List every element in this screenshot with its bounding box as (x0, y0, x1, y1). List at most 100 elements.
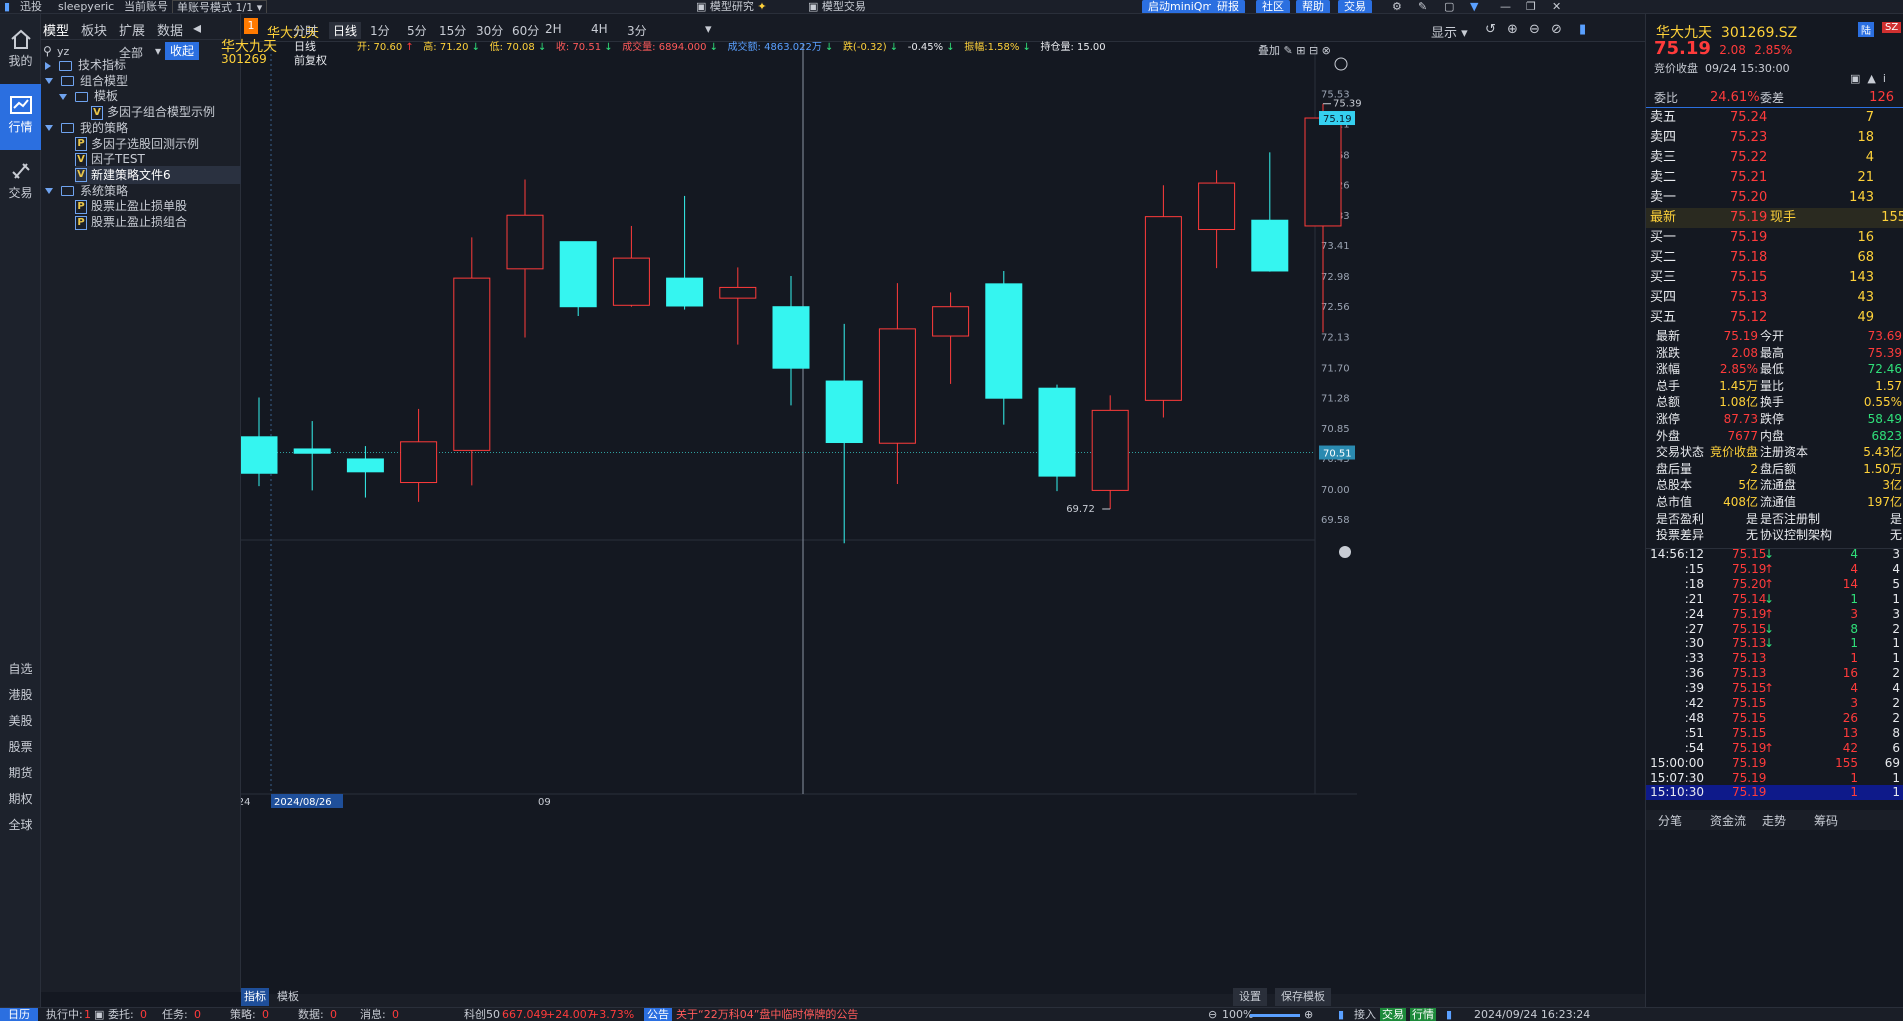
help-button[interactable]: 帮助 (1296, 0, 1330, 13)
account-mode-select[interactable]: 单账号模式 1/1 ▾ (172, 0, 268, 13)
nav-us[interactable]: 美股 (0, 712, 41, 729)
bell-icon[interactable]: ▲ (1867, 72, 1875, 85)
info-volume: 成交量: 6894.000 (622, 42, 707, 53)
chevron-down-icon[interactable] (45, 188, 53, 195)
chevron-down-icon[interactable] (45, 78, 53, 85)
trade-status[interactable]: 交易 (1380, 1008, 1406, 1021)
quote-tab[interactable]: 筹码 (1814, 812, 1838, 829)
stat-label: 涨幅 (1656, 362, 1681, 377)
order-book-row[interactable]: 买四 75.13 43 (1646, 288, 1903, 308)
order-book-row[interactable]: 买二 75.18 68 (1646, 248, 1903, 268)
tick-volume: 3 (1850, 606, 1858, 621)
nav-global[interactable]: 全球 (0, 816, 41, 833)
stat-label: 交易状态 (1656, 445, 1705, 460)
order-book-row[interactable]: 卖四 75.23 18 (1646, 128, 1903, 148)
overlay-tools: 叠加 ✎ ⊞ ⊟ ⊗ (1258, 42, 1331, 58)
nav-stocks[interactable]: 股票 (0, 738, 41, 755)
nav-options[interactable]: 期权 (0, 790, 41, 807)
entrust-count[interactable]: 0 (140, 1008, 147, 1021)
nav-hk[interactable]: 港股 (0, 686, 41, 703)
candlestick-chart[interactable]: 75.5375.1174.6874.2673.8373.4172.9872.56… (241, 14, 1645, 994)
up-arrow-icon: ↑ (1764, 740, 1775, 755)
msg-count[interactable]: 0 (392, 1008, 399, 1021)
close-pane-icon[interactable] (1339, 546, 1351, 558)
y-tick-label: 70.85 (1321, 424, 1350, 435)
index-name[interactable]: 科创50 (464, 1008, 500, 1021)
zoom-in-icon[interactable]: ⊕ (1304, 1008, 1313, 1021)
user-name[interactable]: sleepyeric (58, 0, 114, 13)
minimize-icon[interactable]: — (1500, 0, 1511, 13)
tick-row: :21 75.14 ↓ 1 1 (1646, 592, 1903, 607)
order-book-row[interactable]: 卖一 75.20 143 (1646, 188, 1903, 208)
notice-text[interactable]: 关于“22万科04”盘中临时停牌的公告 (676, 1008, 858, 1021)
stat-value: 1.45万 (1719, 378, 1758, 393)
tick-count: 2 (1892, 710, 1900, 725)
tab-model[interactable]: 模型 (43, 20, 69, 39)
window-icon[interactable]: ▢ (1444, 0, 1454, 13)
community-button[interactable]: 社区 (1256, 0, 1290, 13)
settings-icon[interactable]: ⚙ (1392, 0, 1402, 13)
zoom-out-icon[interactable]: ⊖ (1208, 1008, 1217, 1021)
tick-volume: 16 (1842, 666, 1858, 681)
overlay-button[interactable]: 叠加 (1258, 44, 1280, 57)
strategy-count[interactable]: 0 (262, 1008, 269, 1021)
tree-item[interactable]: P 股票止盈止损组合 (75, 213, 241, 231)
nav-market[interactable]: 行情 (0, 84, 41, 150)
quote-tab[interactable]: 分笔 (1658, 812, 1682, 829)
calendar-button[interactable]: 日历 (0, 1008, 38, 1021)
info-icon[interactable]: i (1883, 72, 1886, 85)
chevron-right-icon[interactable] (45, 61, 51, 70)
chevron-down-icon[interactable] (59, 93, 67, 100)
order-book-row[interactable]: 买五 75.12 49 (1646, 308, 1903, 328)
close-chart-icon[interactable]: ⊗ (1322, 44, 1331, 57)
running-count[interactable]: 1 (84, 1008, 91, 1021)
nav-trade[interactable]: 交易 (0, 160, 41, 201)
chevron-down-icon[interactable] (45, 125, 53, 132)
shirt-icon[interactable]: ▼ (1470, 0, 1478, 13)
tab-template[interactable]: 模板 (277, 988, 299, 1006)
tab-model-research[interactable]: ▣ 模型研究 ✦ (696, 0, 767, 13)
order-book-row[interactable]: 卖三 75.22 4 (1646, 148, 1903, 168)
chart-settings-icon[interactable] (1334, 57, 1348, 71)
order-book-row[interactable]: 卖二 75.21 21 (1646, 168, 1903, 188)
collapse-left-icon[interactable]: ◂ (193, 18, 201, 37)
nav-watchlist[interactable]: 自选 (0, 660, 41, 677)
tick-time: :27 (1684, 621, 1704, 636)
grid-icon[interactable]: ⊞ (1296, 44, 1309, 57)
tab-data[interactable]: 数据 (157, 20, 183, 39)
tick-price: 75.19 (1732, 606, 1767, 621)
nav-futures[interactable]: 期货 (0, 764, 41, 781)
tab-sector[interactable]: 板块 (81, 20, 107, 39)
trade-button[interactable]: 交易 (1338, 0, 1372, 13)
close-icon[interactable]: ✕ (1552, 0, 1561, 13)
data-count[interactable]: 0 (330, 1008, 337, 1021)
tick-row: :54 75.19 ↑ 42 6 (1646, 741, 1903, 756)
report-button[interactable]: 研报 (1211, 0, 1245, 13)
quote-tab[interactable]: 资金流 (1710, 812, 1746, 829)
market-status[interactable]: 行情 (1410, 1008, 1436, 1021)
tick-row: 15:07:30 75.19 1 1 (1646, 771, 1903, 786)
nav-mine[interactable]: 我的 (0, 28, 41, 69)
tab-indicator[interactable]: 指标 (241, 988, 269, 1006)
tab-extend[interactable]: 扩展 (119, 20, 145, 39)
level-volume: 18 (1857, 130, 1874, 145)
task-count[interactable]: 0 (194, 1008, 201, 1021)
order-book-row[interactable]: 买一 75.19 16 (1646, 228, 1903, 248)
pen-icon[interactable]: ✎ (1284, 44, 1297, 57)
notice-badge: 公告 (644, 1008, 672, 1021)
tab-model-trade[interactable]: ▣ 模型交易 (808, 0, 866, 13)
tick-row: 15:10:30 75.19 1 1 (1646, 785, 1903, 801)
settings-button[interactable]: 设置 (1233, 988, 1267, 1006)
layout-icon[interactable]: ⊟ (1309, 44, 1322, 57)
zoom-slider[interactable] (1250, 1014, 1300, 1017)
edit-icon[interactable]: ✎ (1418, 0, 1427, 13)
order-book-row[interactable]: 卖五 75.24 7 (1646, 108, 1903, 128)
restore-icon[interactable]: ❐ (1526, 0, 1536, 13)
tree-item-label: 组合模型 (80, 73, 129, 88)
message-icon[interactable]: ▣ (1850, 72, 1860, 85)
save-template-button[interactable]: 保存模板 (1275, 988, 1331, 1006)
quote-tab[interactable]: 走势 (1762, 812, 1786, 829)
order-book-row[interactable]: 买三 75.15 143 (1646, 268, 1903, 288)
tick-volume: 1 (1850, 770, 1858, 785)
tick-count: 6 (1892, 740, 1900, 755)
